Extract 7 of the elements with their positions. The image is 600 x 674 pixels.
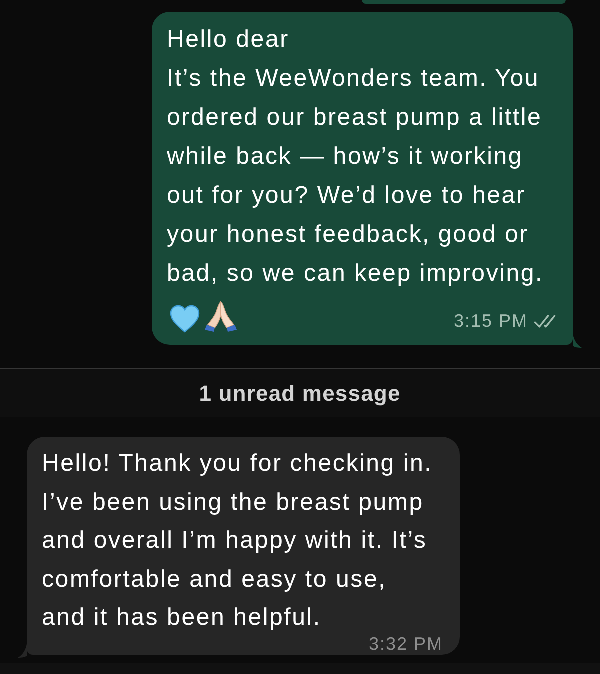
heart-icon	[170, 305, 200, 333]
message-time: 3:32 PM	[368, 634, 444, 654]
praying-hands-icon	[205, 300, 237, 333]
unread-label: 1 unread message	[199, 380, 401, 408]
message-text: Hello dear It’s the WeeWonders team. You ordered our breast pump a little while back — how’s it working out for you? We’d love to hear your honest feedback, good or bad, so we can keep improving.	[167, 26, 544, 287]
message-text: Hello! Thank you for checking in. I’ve been using the breast pump and overall I’m happy with it. It’s comfortable and easy to use, and it has been helpful.	[42, 450, 433, 631]
message-time: 3:15 PM	[454, 310, 528, 333]
